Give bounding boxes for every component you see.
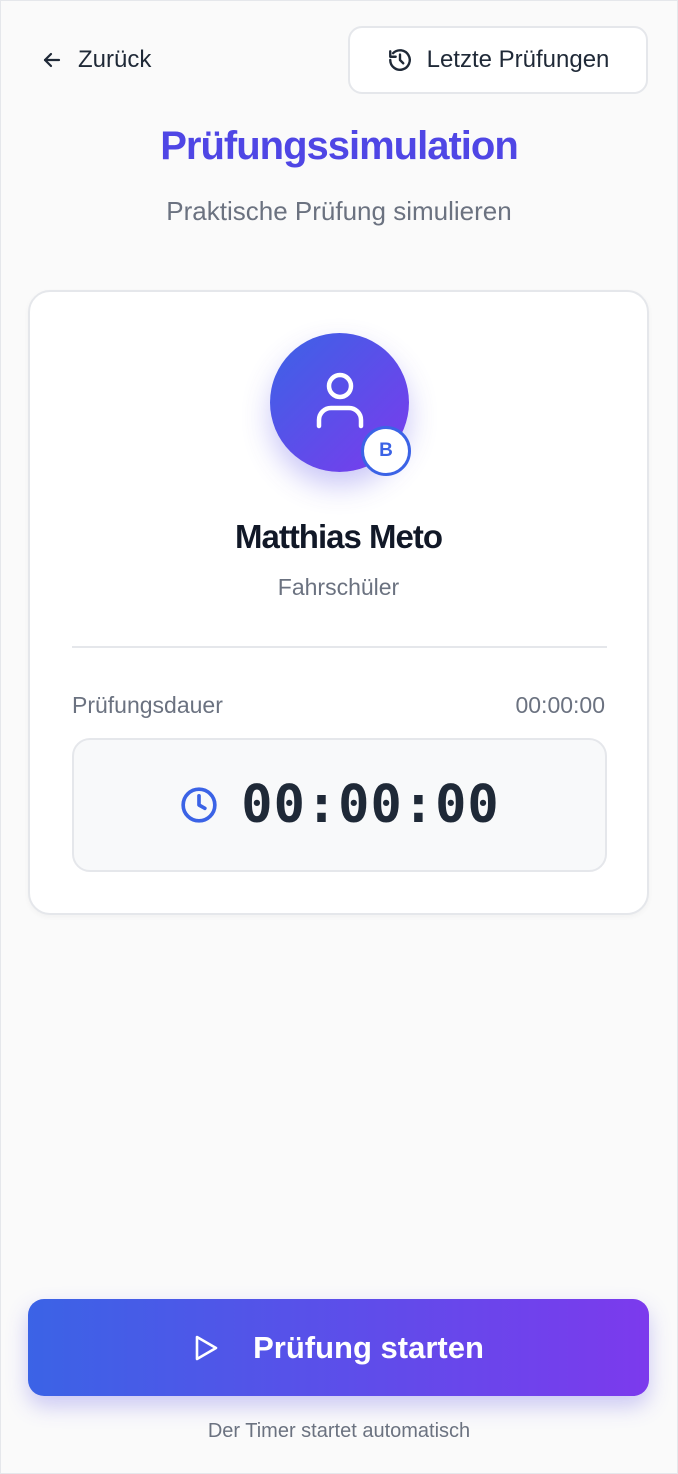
- student-name: Matthias Meto: [234, 518, 443, 555]
- duration-label: Prüfungsdauer: [72, 692, 223, 718]
- start-exam-label: Prüfung starten: [253, 1329, 484, 1365]
- divider: [72, 646, 607, 648]
- page-subtitle: Praktische Prüfung simulieren: [166, 196, 512, 226]
- play-icon: [193, 1334, 219, 1362]
- timer-display-box: 00:00:00: [72, 738, 607, 872]
- recent-exams-button[interactable]: Letzte Prüfungen: [348, 26, 648, 94]
- timer-display: 00:00:00: [241, 775, 500, 835]
- back-label: Zurück: [78, 46, 152, 73]
- timer-hint: Der Timer startet automatisch: [207, 1420, 471, 1442]
- arrow-left-icon: [40, 48, 64, 72]
- recent-exams-label: Letzte Prüfungen: [426, 46, 610, 73]
- start-exam-button[interactable]: Prüfung starten: [28, 1299, 649, 1396]
- student-card: B Matthias Meto Fahrschüler Prüfungsdaue…: [28, 290, 649, 915]
- student-role: Fahrschüler: [277, 574, 400, 600]
- duration-value: 00:00:00: [515, 692, 605, 718]
- back-button[interactable]: Zurück: [40, 40, 151, 80]
- page-title: Prüfungssimulation: [160, 124, 519, 168]
- clock-icon: [179, 785, 219, 825]
- user-icon: [314, 370, 366, 435]
- license-class-badge: B: [361, 426, 411, 476]
- history-icon: [387, 47, 413, 73]
